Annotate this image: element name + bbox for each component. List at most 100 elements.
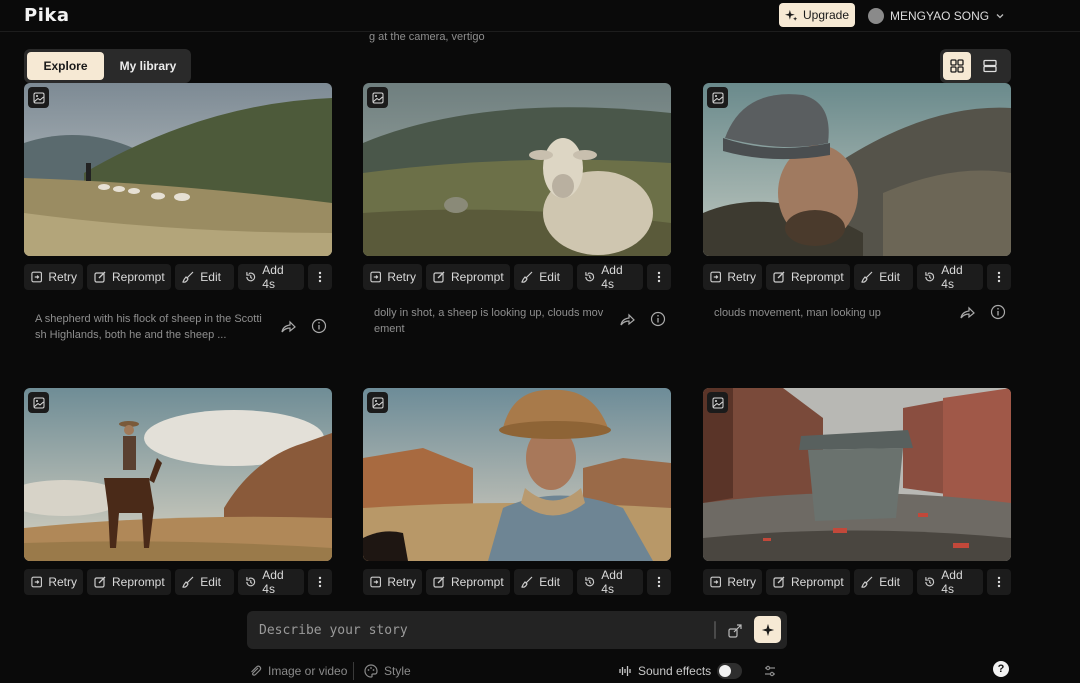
edit-label: Edit <box>200 575 221 589</box>
retry-button[interactable]: Retry <box>703 264 762 290</box>
video-thumbnail[interactable] <box>703 388 1011 561</box>
reprompt-button[interactable]: Reprompt <box>87 569 172 595</box>
list-view-button[interactable] <box>976 52 1004 80</box>
add-label: Add 4s <box>601 263 623 291</box>
edit-button[interactable]: Edit <box>514 264 573 290</box>
advanced-settings-button[interactable] <box>763 663 777 679</box>
retry-icon <box>370 271 381 283</box>
video-thumbnail[interactable] <box>24 83 332 256</box>
more-button[interactable] <box>647 569 672 595</box>
retry-icon <box>370 576 381 588</box>
more-button[interactable] <box>308 264 333 290</box>
reprompt-button[interactable]: Reprompt <box>87 264 172 290</box>
user-menu[interactable]: MENGYAO SONG <box>868 6 1005 26</box>
add-4s-button[interactable]: Add 4s <box>916 263 984 291</box>
grid-view-button[interactable] <box>943 52 971 80</box>
share-icon[interactable] <box>280 319 296 335</box>
tab-my-library[interactable]: My library <box>108 52 188 80</box>
style-button[interactable]: Style <box>364 663 411 679</box>
share-icon[interactable] <box>959 305 975 321</box>
retry-icon <box>31 271 42 283</box>
add-label: Add 4s <box>262 568 284 596</box>
reprompt-button[interactable]: Reprompt <box>766 264 851 290</box>
video-thumbnail[interactable] <box>24 388 332 561</box>
reprompt-label: Reprompt <box>451 270 504 284</box>
partial-caption: g at the camera, vertigo <box>369 31 485 43</box>
man-beanie-image <box>703 83 1011 256</box>
brush-icon <box>861 576 873 588</box>
image-badge <box>707 392 728 413</box>
add-time-icon <box>925 577 934 587</box>
sound-effects-toggle[interactable] <box>717 663 742 679</box>
grid-icon <box>950 59 964 73</box>
edit-label: Edit <box>539 575 560 589</box>
edit-button[interactable]: Edit <box>175 569 234 595</box>
more-button[interactable] <box>987 569 1012 595</box>
shepherd-highlands-image <box>24 83 332 256</box>
add-4s-button[interactable]: Add 4s <box>237 263 305 291</box>
retry-button[interactable]: Retry <box>24 569 83 595</box>
edit-label: Edit <box>879 270 900 284</box>
palette-icon <box>364 664 378 678</box>
sheep-closeup-image <box>363 83 671 256</box>
upgrade-label: Upgrade <box>802 8 850 22</box>
add-4s-button[interactable]: Add 4s <box>237 568 305 596</box>
video-thumbnail[interactable] <box>363 83 671 256</box>
retry-label: Retry <box>727 270 756 284</box>
image-badge <box>28 87 49 108</box>
reprompt-label: Reprompt <box>791 270 844 284</box>
option-divider <box>353 662 354 680</box>
edit-square-icon <box>433 576 445 588</box>
more-vertical-icon <box>997 271 1001 283</box>
story-input[interactable] <box>259 620 699 640</box>
retry-label: Retry <box>48 575 77 589</box>
edit-button[interactable]: Edit <box>514 569 573 595</box>
info-icon[interactable] <box>311 318 327 334</box>
reprompt-button[interactable]: Reprompt <box>426 569 511 595</box>
image-badge <box>707 87 728 108</box>
info-icon[interactable] <box>990 304 1006 320</box>
edit-button[interactable]: Edit <box>175 264 234 290</box>
card-actions: Retry Reprompt Edit Add 4s <box>24 263 333 291</box>
add-4s-button[interactable]: Add 4s <box>576 568 644 596</box>
add-label: Add 4s <box>941 568 963 596</box>
image-icon <box>712 92 723 103</box>
retry-button[interactable]: Retry <box>24 264 83 290</box>
video-thumbnail[interactable] <box>703 83 1011 256</box>
add-time-icon <box>246 577 255 587</box>
more-button[interactable] <box>987 264 1012 290</box>
cowboy-horse-desert-image <box>24 388 332 561</box>
add-4s-button[interactable]: Add 4s <box>916 568 984 596</box>
cowboy-portrait-image <box>363 388 671 561</box>
reprompt-button[interactable]: Reprompt <box>766 569 851 595</box>
image-or-video-label: Image or video <box>268 664 348 678</box>
upgrade-button[interactable]: Upgrade <box>779 3 855 27</box>
help-button[interactable]: ? <box>993 661 1009 677</box>
dumpster-street-image <box>703 388 1011 561</box>
image-badge <box>367 392 388 413</box>
more-button[interactable] <box>647 264 672 290</box>
sparkle-icon <box>784 9 798 21</box>
retry-button[interactable]: Retry <box>703 569 762 595</box>
retry-button[interactable]: Retry <box>363 264 422 290</box>
user-name: MENGYAO SONG <box>890 9 990 23</box>
add-4s-button[interactable]: Add 4s <box>576 263 644 291</box>
video-thumbnail[interactable] <box>363 388 671 561</box>
image-or-video-button[interactable]: Image or video <box>248 663 347 679</box>
info-icon[interactable] <box>650 311 666 327</box>
tab-explore[interactable]: Explore <box>27 52 104 80</box>
reprompt-button[interactable]: Reprompt <box>426 264 511 290</box>
prompt-bar <box>247 611 787 649</box>
generate-button[interactable] <box>754 616 781 643</box>
edit-label: Edit <box>879 575 900 589</box>
more-button[interactable] <box>308 569 333 595</box>
edit-square-icon <box>773 576 785 588</box>
edit-button[interactable]: Edit <box>854 264 913 290</box>
pika-logo[interactable]: Pika <box>24 5 69 26</box>
share-icon[interactable] <box>619 312 635 328</box>
edit-button[interactable]: Edit <box>854 569 913 595</box>
brush-icon <box>861 271 873 283</box>
more-vertical-icon <box>997 576 1001 588</box>
retry-button[interactable]: Retry <box>363 569 422 595</box>
settings-toggle-button[interactable] <box>724 620 746 642</box>
